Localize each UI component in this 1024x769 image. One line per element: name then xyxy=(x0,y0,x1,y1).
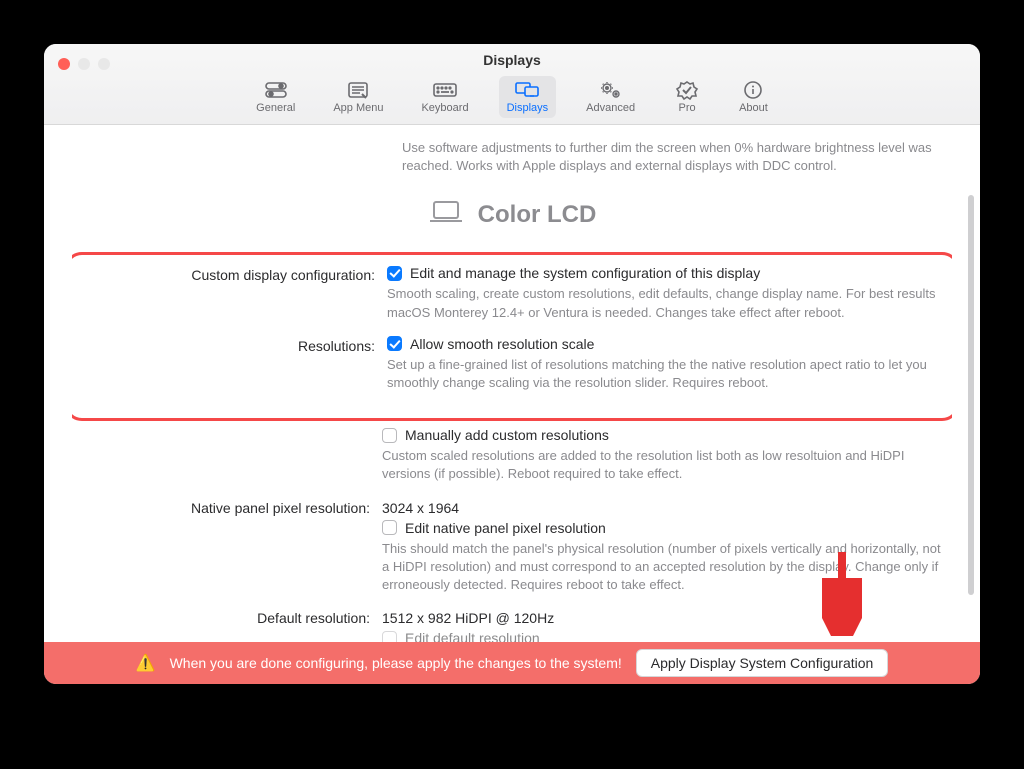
toggles-icon xyxy=(262,80,290,100)
window-title: Displays xyxy=(44,52,980,68)
display-heading: Color LCD xyxy=(72,199,952,230)
desc-resolutions: Set up a fine-grained list of resolution… xyxy=(387,356,947,392)
intro-text: Use software adjustments to further dim … xyxy=(402,139,952,175)
tab-pro[interactable]: Pro xyxy=(665,76,709,118)
tab-keyboard[interactable]: Keyboard xyxy=(413,76,476,118)
row-custom-config: Custom display configuration: Edit and m… xyxy=(77,265,947,331)
checkbox-edit-native[interactable] xyxy=(382,520,397,535)
warning-icon: ⚠️ xyxy=(136,653,156,673)
row-default-resolution: Default resolution: 1512 x 982 HiDPI @ 1… xyxy=(72,608,952,626)
checkbox-label: Manually add custom resolutions xyxy=(405,427,609,443)
scrollbar[interactable] xyxy=(968,195,974,595)
checkbox-label: Edit and manage the system configuration… xyxy=(410,265,760,281)
label-default-resolution: Default resolution: xyxy=(72,608,382,626)
titlebar: Displays General xyxy=(44,44,980,125)
keyboard-icon xyxy=(431,80,459,100)
apply-configuration-button[interactable]: Apply Display System Configuration xyxy=(636,649,889,677)
toolbar: General App Menu xyxy=(44,76,980,124)
checkbox-label: Allow smooth resolution scale xyxy=(410,336,594,352)
badge-icon xyxy=(673,80,701,100)
laptop-icon xyxy=(428,199,464,230)
tab-app-menu[interactable]: App Menu xyxy=(325,76,391,118)
row-manual-add: Manually add custom resolutions Custom s… xyxy=(72,427,952,493)
tab-label: General xyxy=(256,102,295,114)
checkbox-custom-config[interactable] xyxy=(387,266,402,281)
minimize-window-button[interactable] xyxy=(78,58,90,70)
label-native-panel: Native panel pixel resolution: xyxy=(72,498,382,516)
display-name: Color LCD xyxy=(478,201,597,229)
displays-icon xyxy=(513,80,541,100)
info-icon xyxy=(739,80,767,100)
row-edit-native: Edit native panel pixel resolution This … xyxy=(72,520,952,605)
tab-displays[interactable]: Displays xyxy=(499,76,557,118)
checkbox-smooth-scale[interactable] xyxy=(387,336,402,351)
apply-message: When you are done configuring, please ap… xyxy=(170,655,622,671)
close-window-button[interactable] xyxy=(58,58,70,70)
menu-icon xyxy=(344,80,372,100)
desc-custom-config: Smooth scaling, create custom resolution… xyxy=(387,285,947,321)
label-resolutions: Resolutions: xyxy=(77,336,387,354)
apply-banner: ⚠️ When you are done configuring, please… xyxy=(44,642,980,684)
value-default-resolution: 1512 x 982 HiDPI @ 120Hz xyxy=(382,608,952,626)
tab-general[interactable]: General xyxy=(248,76,303,118)
window-controls xyxy=(58,58,110,70)
row-resolutions: Resolutions: Allow smooth resolution sca… xyxy=(77,336,947,402)
label-custom-config: Custom display configuration: xyxy=(77,265,387,283)
desc-edit-native: This should match the panel's physical r… xyxy=(382,540,952,595)
checkbox-label: Edit native panel pixel resolution xyxy=(405,520,606,536)
tab-label: Advanced xyxy=(586,102,635,114)
highlight-annotation: Custom display configuration: Edit and m… xyxy=(72,252,952,421)
content-area: Use software adjustments to further dim … xyxy=(44,125,980,684)
tab-label: Displays xyxy=(507,102,549,114)
tab-label: About xyxy=(739,102,768,114)
value-native-panel: 3024 x 1964 xyxy=(382,498,952,516)
tab-label: Keyboard xyxy=(421,102,468,114)
preferences-window: Displays General xyxy=(44,44,980,684)
zoom-window-button[interactable] xyxy=(98,58,110,70)
tab-about[interactable]: About xyxy=(731,76,776,118)
tab-advanced[interactable]: Advanced xyxy=(578,76,643,118)
desc-manual-add: Custom scaled resolutions are added to t… xyxy=(382,447,952,483)
tab-label: App Menu xyxy=(333,102,383,114)
checkbox-manual-add[interactable] xyxy=(382,428,397,443)
tab-label: Pro xyxy=(679,102,696,114)
gears-icon xyxy=(597,80,625,100)
row-native-panel: Native panel pixel resolution: 3024 x 19… xyxy=(72,498,952,516)
